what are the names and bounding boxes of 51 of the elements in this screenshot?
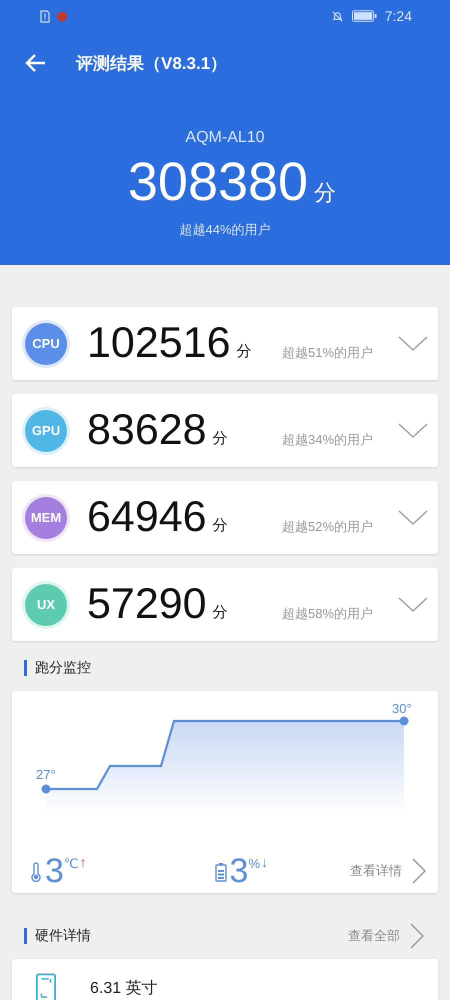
section-title: 硬件详情 [35, 927, 91, 945]
drop-arrow: ↓ [261, 854, 268, 870]
score-card[interactable]: CPU 102516 分 超越51%的用户 [12, 307, 438, 380]
thermometer-icon [30, 862, 42, 882]
details-link[interactable]: 查看详情 [350, 862, 402, 880]
mute-bell-icon [330, 10, 344, 22]
category-score: 57290 [87, 583, 207, 626]
section-title: 跑分监控 [35, 659, 91, 677]
category-rank: 超越58%的用户 [282, 605, 374, 623]
chevron-right-icon[interactable] [410, 923, 424, 949]
temperature-change: 3 [45, 854, 64, 888]
battery-icon [352, 10, 377, 22]
category-rank: 超越34%的用户 [282, 431, 374, 449]
category-rank: 超越51%的用户 [282, 344, 374, 362]
chevron-icon[interactable] [398, 336, 428, 352]
hardware-value: 6.31 英寸 [90, 978, 158, 998]
category-score: 64946 [87, 496, 207, 539]
score-unit: 分 [236, 342, 252, 361]
temperature-unit: ℃ [64, 856, 79, 872]
page-title: 评测结果（V8.3.1） [76, 52, 228, 74]
category-score: 102516 [87, 322, 230, 365]
end-temperature: 30° [392, 701, 412, 716]
app-notification-icon [56, 10, 68, 22]
chevron-icon[interactable] [398, 597, 428, 613]
category-badge: MEM [25, 496, 67, 538]
category-badge: GPU [25, 410, 67, 452]
overall-rank: 超越44%的用户 [178, 221, 272, 239]
chevron-icon[interactable] [398, 510, 428, 526]
category-badge: UX [25, 584, 67, 626]
battery-unit: % [248, 856, 260, 871]
rise-arrow: ↑ [80, 854, 87, 870]
score-unit: 分 [212, 429, 228, 448]
category-score: 83628 [87, 409, 207, 452]
phone-screen-icon [36, 973, 56, 1000]
score-unit: 分 [212, 603, 228, 622]
status-time: 7:24 [384, 8, 412, 24]
score-unit: 分 [314, 179, 336, 207]
device-model: AQM-AL10 [184, 129, 266, 147]
category-rank: 超越52%的用户 [282, 518, 374, 536]
score-card[interactable]: GPU 83628 分 超越34%的用户 [12, 394, 438, 467]
start-temperature: 27° [36, 767, 56, 782]
total-score: 308380 [128, 151, 308, 213]
battery-level-icon [214, 862, 227, 882]
battery-change: 3 [230, 854, 248, 888]
score-card[interactable]: UX 57290 分 超越58%的用户 [12, 568, 438, 641]
chevron-icon[interactable] [398, 423, 428, 439]
sim-card-icon [40, 10, 50, 22]
chevron-right-icon[interactable] [412, 858, 426, 884]
score-card[interactable]: MEM 64946 分 超越52%的用户 [12, 481, 438, 554]
score-unit: 分 [212, 516, 228, 535]
category-badge: CPU [25, 322, 67, 364]
